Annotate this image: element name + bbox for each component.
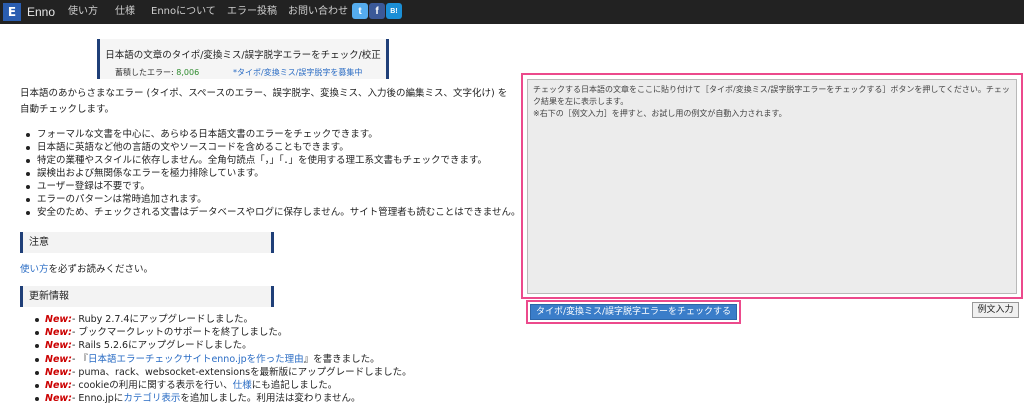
brand-name: Enno	[27, 5, 56, 19]
new-label: New:	[45, 380, 72, 392]
news-link[interactable]: 仕様	[233, 380, 252, 391]
list-item: 特定の業種やスタイルに依存しません。全角句読点「，」「．」を使用する理工系文書も…	[20, 154, 520, 167]
recruit-errors-link[interactable]: *タイポ/変換ミス/誤字脱字を募集中	[233, 67, 362, 78]
news-list: New:- Ruby 2.7.4にアップグレードしました。 New:- ブックマ…	[20, 313, 412, 405]
caution-message: を必ずお読みください。	[48, 264, 154, 275]
text-editor-frame	[521, 73, 1023, 299]
list-item: New:- cookieの利用に関する表示を行い、仕様にも追記しました。	[20, 379, 412, 392]
list-item: New:- puma、rack、websocket-extensionsを最新版…	[20, 366, 412, 379]
caution-text: 使い方を必ずお読みください。	[20, 261, 153, 275]
text-input-area[interactable]	[527, 79, 1017, 294]
error-stats: 蓄積したエラー: 8,006	[115, 67, 199, 78]
site-header-card: 日本語の文章のタイポ/変換ミス/誤字脱字エラーをチェック/校正 蓄積したエラー:…	[97, 39, 389, 79]
news-text: - cookieの利用に関する表示を行い、	[71, 380, 233, 392]
news-text: - Ruby 2.7.4にアップグレードしました。	[71, 314, 253, 325]
news-text: - Enno.jpに	[71, 393, 124, 405]
list-item: 誤検出および無関係なエラーを極力排除しています。	[20, 167, 520, 180]
news-link[interactable]: カテゴリ表示	[123, 393, 180, 404]
list-item: 日本語に英語など他の言語の文やソースコードを含めることもできます。	[20, 141, 520, 154]
nav-link-about[interactable]: Ennoについて	[151, 0, 216, 24]
top-navbar: E Enno 使い方 仕様 Ennoについて エラー投稿 お問い合わせ t f …	[0, 0, 1024, 24]
news-text: - puma、rack、websocket-extensionsを最新版にアップ…	[71, 366, 412, 378]
news-text: を追加しました。利用法は変わりません。	[180, 393, 361, 405]
new-label: New:	[45, 393, 72, 405]
new-label: New:	[45, 340, 72, 352]
list-item: 安全のため、チェックされる文書はデータベースやログに保存しません。サイト管理者も…	[20, 206, 520, 219]
new-label: New:	[45, 327, 72, 339]
page-title: 日本語の文章のタイポ/変換ミス/誤字脱字エラーをチェック/校正	[105, 50, 381, 61]
caution-heading: 注意	[20, 232, 274, 253]
new-label: New:	[45, 314, 72, 325]
error-stats-count: 8,006	[176, 68, 200, 77]
nav-link-error-post[interactable]: エラー投稿	[227, 0, 277, 24]
intro-text: 日本語のあからさまなエラー (タイポ、スペースのエラー、誤字脱字、変換ミス、入力…	[20, 88, 508, 115]
news-text: にも追記しました。	[251, 380, 338, 392]
news-text: - Rails 5.2.6にアップグレードしました。	[71, 340, 252, 352]
news-link[interactable]: 日本語エラーチェックサイトenno.jpを作った理由	[88, 354, 304, 365]
news-text: - ブックマークレットのサポートを終了しました。	[71, 327, 288, 339]
list-item: ユーザー登録は不要です。	[20, 180, 520, 193]
list-item: フォーマルな文書を中心に、あらゆる日本語文書のエラーをチェックできます。	[20, 128, 520, 141]
list-item: New:- ブックマークレットのサポートを終了しました。	[20, 326, 412, 339]
brand-badge-icon: E	[3, 3, 21, 21]
twitter-share-icon[interactable]: t	[352, 3, 368, 19]
example-input-button[interactable]: 例文入力	[972, 302, 1019, 318]
nav-link-contact[interactable]: お問い合わせ	[288, 0, 348, 24]
new-label: New:	[45, 366, 72, 378]
brand-logo[interactable]: E Enno	[0, 0, 55, 24]
news-heading: 更新情報	[20, 286, 274, 307]
new-label: New:	[45, 353, 72, 365]
facebook-share-icon[interactable]: f	[369, 3, 385, 19]
hatena-bookmark-icon[interactable]: B!	[386, 3, 402, 19]
check-errors-button[interactable]: タイポ/変換ミス/誤字脱字エラーをチェックする	[530, 304, 737, 320]
error-stats-label: 蓄積したエラー:	[115, 68, 177, 77]
nav-link-spec[interactable]: 仕様	[115, 0, 135, 24]
nav-link-usage[interactable]: 使い方	[68, 0, 98, 24]
feature-list: フォーマルな文書を中心に、あらゆる日本語文書のエラーをチェックできます。 日本語…	[20, 128, 520, 219]
list-item: New:- 『日本語エラーチェックサイトenno.jpを作った理由』を書きました…	[20, 353, 412, 366]
list-item: エラーのパターンは常時追加されます。	[20, 193, 520, 206]
check-button-frame: タイポ/変換ミス/誤字脱字エラーをチェックする	[526, 300, 741, 324]
news-text: - 『	[71, 353, 88, 365]
list-item: New:- Enno.jpにカテゴリ表示を追加しました。利用法は変わりません。	[20, 392, 412, 405]
usage-link[interactable]: 使い方	[20, 264, 49, 275]
list-item: New:- Rails 5.2.6にアップグレードしました。	[20, 339, 412, 352]
list-item: New:- Ruby 2.7.4にアップグレードしました。	[20, 313, 412, 326]
news-text: 』を書きました。	[303, 353, 380, 365]
